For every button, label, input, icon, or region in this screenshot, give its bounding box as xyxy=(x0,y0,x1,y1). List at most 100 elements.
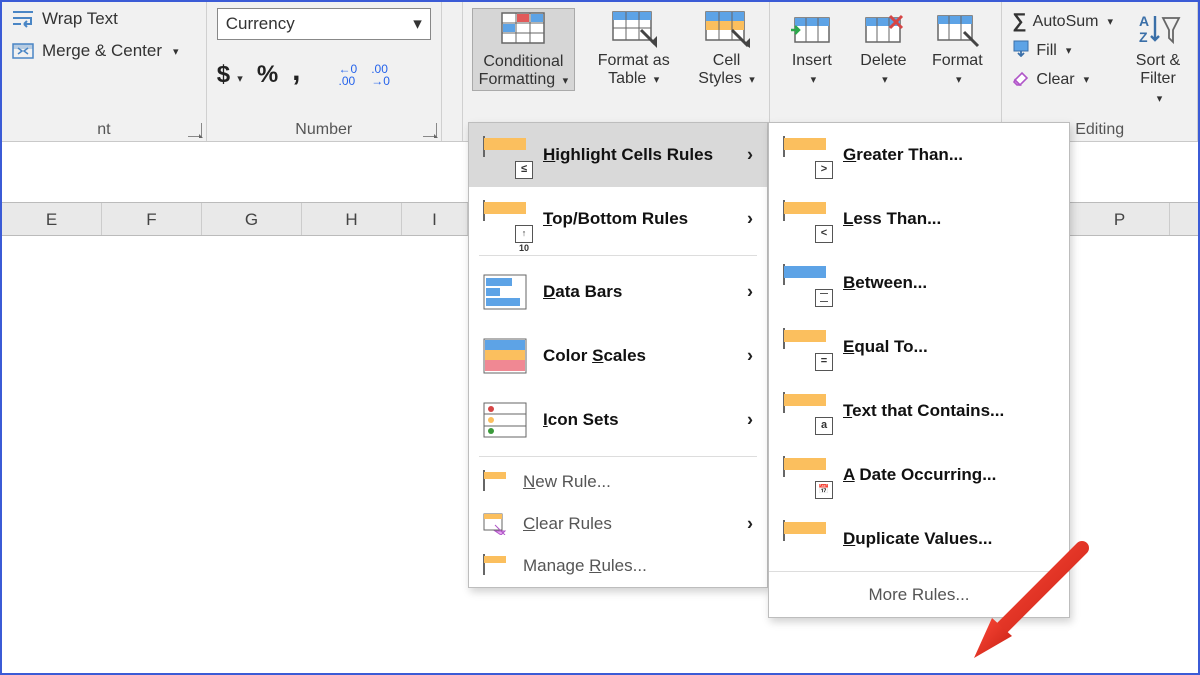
color-scales-icon xyxy=(483,338,527,374)
chevron-down-icon: ▾ xyxy=(1157,93,1163,105)
column-header[interactable]: G xyxy=(202,203,302,235)
icon-sets-icon xyxy=(483,402,527,438)
chevron-right-icon: › xyxy=(747,346,753,367)
column-header[interactable]: P xyxy=(1070,203,1170,235)
menu-item-more-rules[interactable]: More Rules... xyxy=(769,571,1069,617)
conditional-formatting-menu: ≤ HHighlight Cells Rulesighlight Cells R… xyxy=(468,122,768,588)
chevron-down-icon: ▾ xyxy=(563,75,569,87)
menu-item-data-bars[interactable]: Data Bars › xyxy=(469,260,767,324)
sort-filter-button[interactable]: AZ Sort & Filter ▾ xyxy=(1129,8,1187,107)
autosum-button[interactable]: ∑ AutoSum ▾ xyxy=(1012,10,1113,33)
svg-text:Z: Z xyxy=(1139,29,1148,45)
menu-item-date-occurring[interactable]: 📅 A Date Occurring... xyxy=(769,443,1069,507)
format-cells-icon xyxy=(934,10,980,48)
less-than-icon: < xyxy=(783,201,827,237)
clear-rules-icon xyxy=(483,513,507,535)
highlight-cells-submenu: > Greater Than... < Less Than... —— Betw… xyxy=(768,122,1070,618)
chevron-down-icon: ▾ xyxy=(413,14,422,34)
group-number: Currency ▾ $ ▾ % , ←0.00 .00→0 Number xyxy=(207,2,442,141)
group-alignment: Wrap Text Merge & Center ▾ nt xyxy=(2,2,207,141)
conditional-formatting-icon xyxy=(500,11,546,49)
wrap-text-icon xyxy=(12,8,34,30)
chevron-down-icon: ▾ xyxy=(1107,15,1113,28)
delete-cells-icon xyxy=(860,10,906,48)
dialog-launcher-icon[interactable] xyxy=(188,123,202,137)
chevron-down-icon: ▾ xyxy=(956,74,962,86)
insert-button[interactable]: Insert ▾ xyxy=(783,8,841,89)
format-button[interactable]: Format ▾ xyxy=(926,8,989,89)
top-bottom-icon: ↑10 xyxy=(483,201,527,237)
chevron-right-icon: › xyxy=(747,282,753,303)
group-editing: ∑ AutoSum ▾ Fill ▾ Clear ▾ xyxy=(1002,2,1198,141)
decrease-decimal-button[interactable]: .00→0 xyxy=(371,63,390,87)
dialog-launcher-icon[interactable] xyxy=(423,123,437,137)
chevron-right-icon: › xyxy=(747,145,753,166)
menu-item-icon-sets[interactable]: Icon Sets › xyxy=(469,388,767,452)
menu-item-top-bottom-rules[interactable]: ↑10 Top/Bottom Rules › xyxy=(469,187,767,251)
insert-cells-icon xyxy=(789,10,835,48)
chevron-down-icon: ▾ xyxy=(1066,44,1072,57)
fill-down-icon xyxy=(1012,39,1030,62)
menu-item-color-scales[interactable]: Color Scales › xyxy=(469,324,767,388)
ribbon: Wrap Text Merge & Center ▾ nt Currency ▾… xyxy=(2,2,1198,142)
menu-item-highlight-cells-rules[interactable]: ≤ HHighlight Cells Rulesighlight Cells R… xyxy=(469,123,767,187)
format-as-table-button[interactable]: Format as Table ▾ xyxy=(592,8,676,89)
conditional-formatting-button[interactable]: Conditional Formatting ▾ xyxy=(472,8,575,91)
clear-button[interactable]: Clear ▾ xyxy=(1012,68,1113,91)
delete-button[interactable]: Delete ▾ xyxy=(854,8,912,89)
format-as-table-icon xyxy=(611,10,657,48)
accounting-format-button[interactable]: $ ▾ xyxy=(217,61,243,89)
chevron-right-icon: › xyxy=(747,514,753,535)
eraser-icon xyxy=(1012,68,1030,91)
menu-item-equal-to[interactable]: = Equal To... xyxy=(769,315,1069,379)
menu-item-new-rule[interactable]: New Rule... xyxy=(469,461,767,503)
group-label-number: Number xyxy=(207,121,441,139)
menu-item-manage-rules[interactable]: Manage Rules... xyxy=(469,545,767,587)
chevron-down-icon: ▾ xyxy=(1084,73,1090,86)
chevron-right-icon: › xyxy=(747,209,753,230)
menu-item-text-contains[interactable]: a Text that Contains... xyxy=(769,379,1069,443)
column-header[interactable]: H xyxy=(302,203,402,235)
wrap-text-button[interactable]: Wrap Text xyxy=(12,8,118,30)
merge-center-icon xyxy=(12,40,34,62)
new-rule-icon xyxy=(483,471,507,493)
date-occurring-icon: 📅 xyxy=(783,457,827,493)
cell-styles-button[interactable]: Cell Styles ▾ xyxy=(692,8,761,89)
menu-item-clear-rules[interactable]: Clear Rules › xyxy=(469,503,767,545)
menu-item-between[interactable]: —— Between... xyxy=(769,251,1069,315)
merge-center-button[interactable]: Merge & Center ▾ xyxy=(12,40,179,62)
menu-item-greater-than[interactable]: > Greater Than... xyxy=(769,123,1069,187)
comma-format-button[interactable]: , xyxy=(292,54,300,88)
number-format-combo[interactable]: Currency ▾ xyxy=(217,8,431,40)
merge-center-label: Merge & Center xyxy=(42,41,162,61)
chevron-down-icon: ▾ xyxy=(882,74,888,86)
manage-rules-icon xyxy=(483,555,507,577)
data-bars-icon xyxy=(483,274,527,310)
chevron-down-icon: ▾ xyxy=(654,74,660,86)
duplicate-values-icon xyxy=(783,521,827,557)
cell-styles-icon xyxy=(704,10,750,48)
text-contains-icon: a xyxy=(783,393,827,429)
group-label-alignment: nt xyxy=(2,121,206,139)
percent-format-button[interactable]: % xyxy=(257,61,278,89)
equal-to-icon: = xyxy=(783,329,827,365)
wrap-text-label: Wrap Text xyxy=(42,9,118,29)
menu-item-duplicate-values[interactable]: Duplicate Values... xyxy=(769,507,1069,571)
sort-filter-icon: AZ xyxy=(1135,10,1181,48)
column-header[interactable]: I xyxy=(402,203,468,235)
column-header[interactable]: F xyxy=(102,203,202,235)
increase-decimal-button[interactable]: ←0.00 xyxy=(339,63,358,87)
fill-button[interactable]: Fill ▾ xyxy=(1012,39,1113,62)
between-icon: —— xyxy=(783,265,827,301)
number-format-value: Currency xyxy=(226,14,295,34)
greater-than-icon: > xyxy=(783,137,827,173)
highlight-cells-icon: ≤ xyxy=(483,137,527,173)
group-styles: Conditional Formatting ▾ Format as Table… xyxy=(463,2,770,141)
chevron-down-icon: ▾ xyxy=(749,74,755,86)
menu-item-less-than[interactable]: < Less Than... xyxy=(769,187,1069,251)
svg-text:A: A xyxy=(1139,13,1149,29)
chevron-down-icon: ▾ xyxy=(811,74,817,86)
chevron-down-icon: ▾ xyxy=(173,45,179,58)
column-header[interactable]: E xyxy=(2,203,102,235)
chevron-right-icon: › xyxy=(747,410,753,431)
